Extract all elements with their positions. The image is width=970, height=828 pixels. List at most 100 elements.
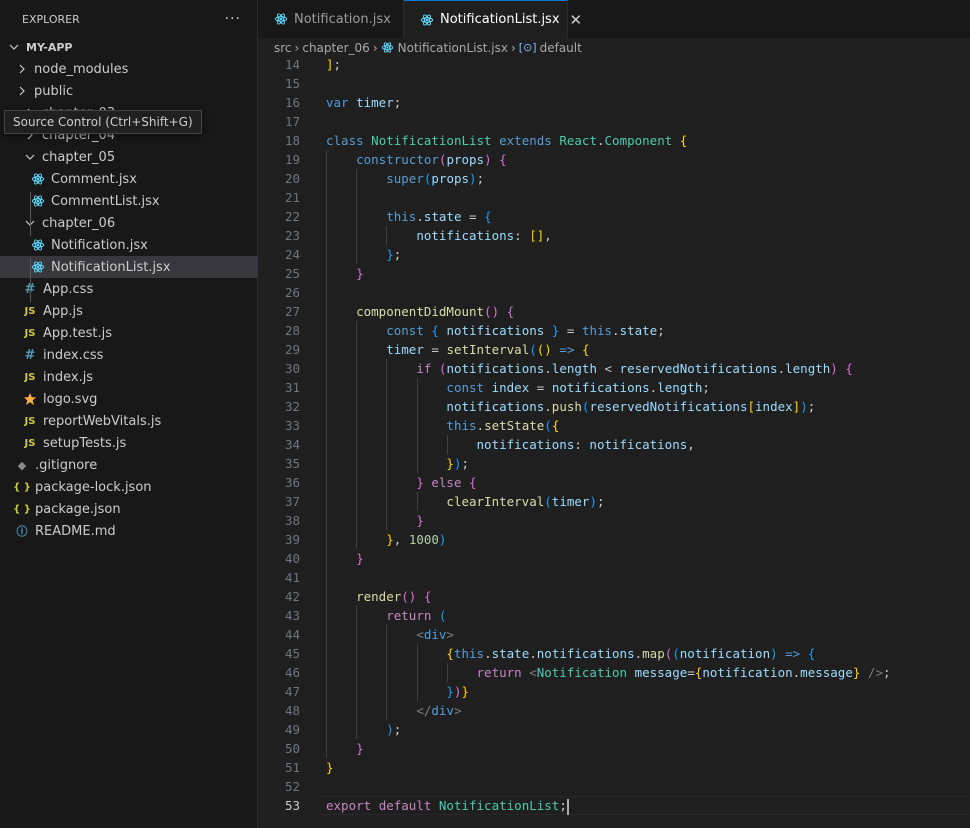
tree-item-label: node_modules <box>34 61 129 77</box>
tree-item-package-lock-json[interactable]: { } package-lock.json <box>0 476 271 498</box>
code-line[interactable]: }; <box>326 245 401 264</box>
tree-item-package-json[interactable]: { } package.json <box>0 498 271 520</box>
indent-guide <box>416 378 418 473</box>
code-token: notifications <box>446 361 545 376</box>
code-line[interactable]: super(props); <box>326 169 484 188</box>
code-line[interactable]: }, 1000) <box>326 530 446 549</box>
react-icon <box>381 41 394 54</box>
tree-item-gitignore[interactable]: ◆ .gitignore <box>0 454 271 476</box>
code-token: index <box>755 399 793 414</box>
code-editor[interactable]: 14 15 16 17 18 19 20 21 22 23 24 25 26 27 28 29 30 31 32 33… <box>258 57 970 828</box>
tree-item-commentlist-jsx[interactable]: CommentList.jsx <box>0 190 287 212</box>
info-file-icon: ⓘ <box>16 525 28 538</box>
code-line[interactable]: const index = notifications.length; <box>326 378 709 397</box>
code-line[interactable]: const { notifications } = this.state; <box>326 321 665 340</box>
code-line[interactable]: class NotificationList extends React.Com… <box>326 131 687 150</box>
code-token: } <box>416 475 424 490</box>
code-line[interactable]: notifications.push(reservedNotifications… <box>326 397 815 416</box>
code-line[interactable]: ]; <box>326 57 341 74</box>
tree-item-public[interactable]: public <box>0 80 271 102</box>
code-token: setInterval <box>446 342 530 357</box>
code-token: if <box>416 361 432 376</box>
breadcrumb-src[interactable]: src <box>274 41 292 55</box>
code-line[interactable]: export default NotificationList; <box>326 796 569 815</box>
code-line[interactable]: return <Notification message={notificati… <box>326 663 891 682</box>
tree-item-index-js[interactable]: JS index.js <box>0 366 279 388</box>
code-token: ) <box>469 171 477 186</box>
code-token: { <box>446 646 454 661</box>
code-line[interactable]: this.setState({ <box>326 416 559 435</box>
line-number: 37 <box>284 494 300 509</box>
code-line[interactable]: render() { <box>326 587 431 606</box>
code-line[interactable]: } <box>326 511 424 530</box>
chevron-right-icon <box>14 83 30 99</box>
code-line[interactable]: <div> <box>326 625 454 644</box>
code-token: ( <box>529 342 537 357</box>
indent-guide <box>356 321 358 549</box>
code-token: notifications <box>551 380 650 395</box>
code-line[interactable]: } <box>326 264 364 283</box>
explorer-title: EXPLORER <box>22 12 80 26</box>
breadcrumb-default[interactable]: [⊙] default <box>519 41 582 55</box>
tree-item-chapter-06[interactable]: chapter_06 <box>0 212 279 234</box>
tree-root-my-app[interactable]: MY-APP <box>0 36 263 58</box>
code-line[interactable]: })} <box>326 682 469 701</box>
tab-notification-jsx[interactable]: Notification.jsx <box>258 0 404 38</box>
code-token: { <box>845 361 853 376</box>
indent-guide <box>386 625 388 720</box>
code-line[interactable]: this.state = { <box>326 207 491 226</box>
indent-guide <box>386 359 388 530</box>
tree-item-logo-svg[interactable]: logo.svg <box>0 388 279 410</box>
code-line[interactable]: return ( <box>326 606 446 625</box>
code-token: } <box>356 551 364 566</box>
code-line[interactable]: var timer; <box>326 93 401 112</box>
code-line[interactable]: timer = setInterval(() => { <box>326 340 589 359</box>
tree-item-app-js[interactable]: JS App.js <box>0 300 279 322</box>
close-icon[interactable]: ✕ <box>570 11 583 29</box>
tree-item-notification-jsx[interactable]: Notification.jsx <box>0 234 287 256</box>
code-line[interactable]: } <box>326 758 334 777</box>
css-file-icon: # <box>24 347 36 363</box>
react-icon <box>30 193 46 209</box>
indent-guide <box>446 435 448 454</box>
code-token: length <box>785 361 831 376</box>
code-line[interactable]: constructor(props) { <box>326 150 507 169</box>
code-token: notifications <box>476 437 575 452</box>
code-line[interactable]: clearInterval(timer); <box>326 492 604 511</box>
breadcrumb-chapter-06[interactable]: chapter_06 <box>302 41 369 55</box>
code-token: this <box>453 646 485 661</box>
tree-item-readme-md[interactable]: ⓘ README.md <box>0 520 271 542</box>
tree-item-reportwebvitals-js[interactable]: JS reportWebVitals.js <box>0 410 279 432</box>
code-token: extends <box>499 133 552 148</box>
code-token: ( <box>544 494 552 509</box>
tab-notificationlist-jsx[interactable]: NotificationList.jsx ✕ <box>404 0 582 38</box>
code-line[interactable]: </div> <box>326 701 461 720</box>
code-line[interactable]: {this.state.notifications.map((notificat… <box>326 644 815 663</box>
code-token: notifications <box>416 228 515 243</box>
more-actions-icon[interactable]: ··· <box>225 11 241 27</box>
react-icon <box>30 171 46 187</box>
code-token: = <box>529 380 552 395</box>
tree-item-app-css[interactable]: #App.css <box>0 278 279 300</box>
code-line[interactable]: if (notifications.length < reservedNotif… <box>326 359 853 378</box>
indent-guide <box>416 644 418 701</box>
code-line[interactable]: } <box>326 739 364 758</box>
tree-item-setuptests-js[interactable]: JS setupTests.js <box>0 432 279 454</box>
tree-item-app-test-js[interactable]: JS App.test.js <box>0 322 279 344</box>
tree-item-chapter-05[interactable]: chapter_05 <box>0 146 279 168</box>
tree-item-node-modules[interactable]: node_modules <box>0 58 271 80</box>
code-line[interactable]: ); <box>326 720 401 739</box>
code-line[interactable]: }); <box>326 454 469 473</box>
tree-item-comment-jsx[interactable]: Comment.jsx <box>0 168 287 190</box>
code-token: ; <box>393 722 402 737</box>
code-line[interactable]: componentDidMount() { <box>326 302 514 321</box>
code-line[interactable]: notifications: [], <box>326 226 552 245</box>
tree-item-notificationlist-jsx[interactable]: NotificationList.jsx <box>0 256 287 278</box>
code-line[interactable]: } else { <box>326 473 476 492</box>
breadcrumb: src › chapter_06 › NotificationList.jsx › [⊙] d… <box>258 38 970 57</box>
code-line[interactable]: } <box>326 549 364 568</box>
tree-item-index-css[interactable]: # index.css <box>0 344 279 366</box>
code-line[interactable]: notifications: notifications, <box>326 435 695 454</box>
code-token: return <box>386 608 432 623</box>
breadcrumb-notificationlist-jsx[interactable]: NotificationList.jsx <box>381 41 508 55</box>
